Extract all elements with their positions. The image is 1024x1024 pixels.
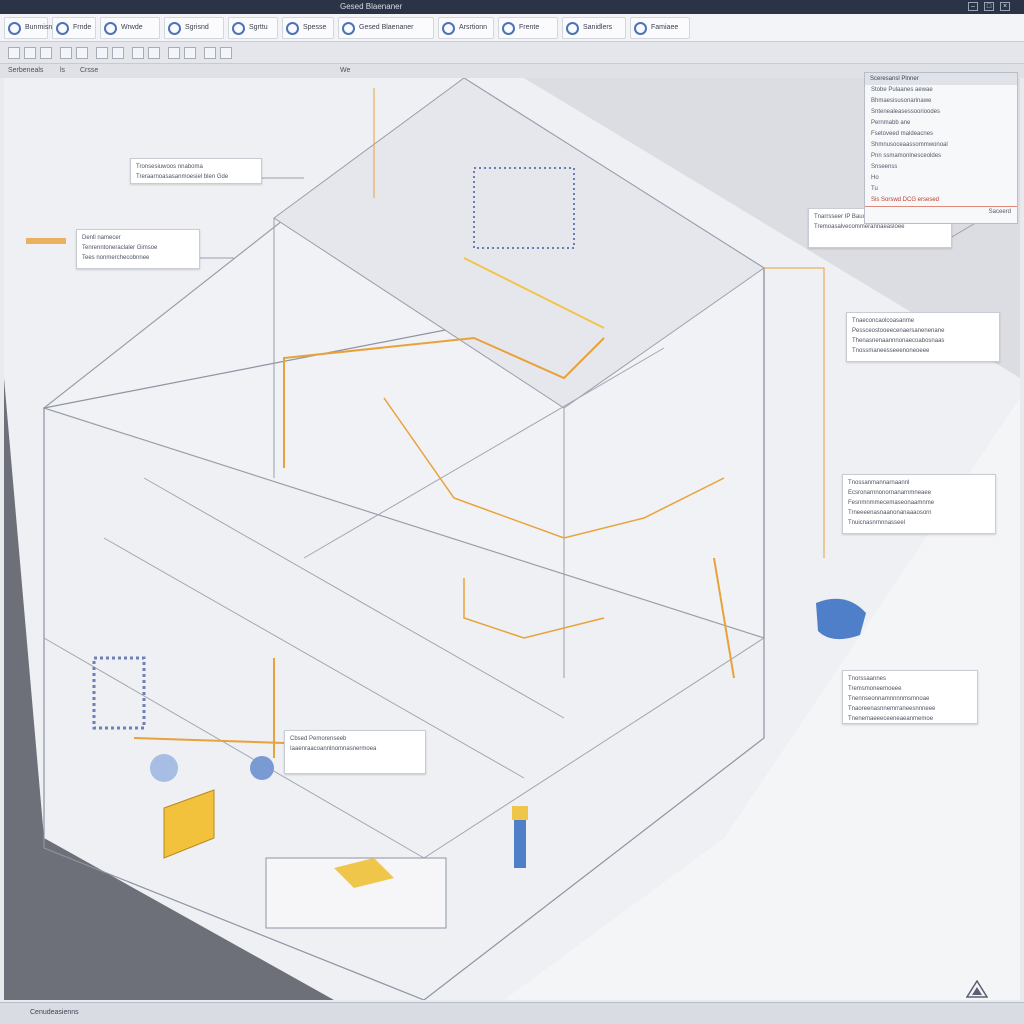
panel-row[interactable]: Shmnusoceaassommwonoal [865, 140, 1017, 151]
status-bar: Cenudeasienns [0, 1002, 1024, 1024]
panel-row[interactable]: Pernmabb ane [865, 118, 1017, 129]
home-icon [8, 22, 21, 35]
panel-row[interactable]: Sntenealeasessoorioodes [865, 107, 1017, 118]
tool-measure-icon[interactable] [132, 47, 144, 59]
tool-tag-icon[interactable] [168, 47, 180, 59]
callout-7[interactable]: Cbsed Pemorenseeb Iaaenraacoannlnomnasne… [284, 730, 426, 774]
yellow-equipment-unit[interactable] [163, 789, 215, 859]
callout-1[interactable]: Tronsesiuwoos nnaboma Treraarnoasasanmoe… [130, 158, 262, 184]
tool-3d-icon[interactable] [204, 47, 216, 59]
tank-2-icon [150, 754, 178, 782]
panel-row[interactable]: Snseenss [865, 162, 1017, 173]
tag-marker [26, 238, 66, 244]
space-icon [286, 22, 299, 35]
tool-select-icon[interactable] [8, 47, 20, 59]
tool-trim-icon[interactable] [112, 47, 124, 59]
tank-icon [250, 756, 274, 780]
frame-icon [56, 22, 69, 35]
tab-view-3[interactable]: Crsse [80, 67, 98, 74]
panel-row[interactable]: Pnn ssmamonlnesceoldes [865, 151, 1017, 162]
maximize-button[interactable]: □ [984, 2, 994, 11]
callout-6[interactable]: Tnorssaannes Tremsmoneemoeee Tnennseonna… [842, 670, 978, 724]
panel-row[interactable]: Bhmaesisusonarinawe [865, 96, 1017, 107]
panel-header: Sceresansl Plnner [865, 73, 1017, 85]
tool-rotate-icon[interactable] [40, 47, 52, 59]
tab-view-4[interactable]: We [340, 67, 350, 74]
blue-pump[interactable] [514, 818, 526, 868]
ribbon-button-7[interactable]: Arsrtionn [438, 17, 494, 39]
pipe-run-5[interactable] [133, 737, 285, 744]
ribbon-button-4[interactable]: Sgrisnd [164, 17, 224, 39]
panel-row[interactable]: Ho [865, 173, 1017, 184]
family-icon [634, 22, 647, 35]
tab-view-1[interactable]: Serbeneals [8, 67, 43, 74]
ribbon-button-5[interactable]: Sgrttu [228, 17, 278, 39]
callout-5[interactable]: Tnossanmannarnaannl Ecsronarnnonornanarn… [842, 474, 996, 534]
ribbon-search[interactable]: Gesed Blaenaner [338, 17, 434, 39]
pump-motor [512, 806, 528, 820]
tool-move-icon[interactable] [24, 47, 36, 59]
ribbon-button-1[interactable]: Bunmisnts [4, 17, 58, 39]
quick-toolbar [0, 42, 1024, 64]
panel-row-highlighted[interactable]: Sis Sorswd DCG ersesed [865, 195, 1017, 207]
panel-apply-button[interactable]: Saceerd [865, 207, 1017, 218]
ribbon-button-8[interactable]: Frente [498, 17, 558, 39]
tool-section-icon[interactable] [148, 47, 160, 59]
tool-align-icon[interactable] [96, 47, 108, 59]
close-button[interactable]: × [1000, 2, 1010, 11]
properties-panel: Sceresansl Plnner Stobe Pulaanes aewae B… [864, 72, 1018, 224]
triangle-logo-icon [966, 980, 988, 998]
ribbon-button-3[interactable]: Wrwde [100, 17, 160, 39]
pipe-run-4[interactable] [463, 578, 605, 639]
search-icon [342, 22, 355, 35]
annotation-icon [442, 22, 455, 35]
ribbon: Bunmisnts Frnde Wrwde Sgrisnd Sgrttu Spe… [0, 14, 1024, 42]
title-bar: Gesed Blaenaner – □ × [0, 0, 1024, 14]
blue-equipment-unit[interactable] [816, 598, 866, 640]
globe-icon [232, 22, 245, 35]
tab-view-2[interactable]: ls [60, 67, 65, 74]
tool-dimension-icon[interactable] [184, 47, 196, 59]
window-icon [104, 22, 117, 35]
ribbon-button-9[interactable]: Sanidlers [562, 17, 626, 39]
panel-row[interactable]: Fsetoveed maldeacnes [865, 129, 1017, 140]
panel-row[interactable]: Tu [865, 184, 1017, 195]
ribbon-button-2[interactable]: Frnde [52, 17, 96, 39]
callout-4[interactable]: Tnaeconcaolcoasanme Pessceostooeecenaers… [846, 312, 1000, 362]
window-title: Gesed Blaenaner [340, 2, 403, 11]
tool-view-icon[interactable] [220, 47, 232, 59]
grid-icon [168, 22, 181, 35]
callout-2[interactable]: Denll namecer Tenrenntoneraclaler Gimsoe… [76, 229, 200, 269]
tool-mirror-icon[interactable] [76, 47, 88, 59]
rack-equipment[interactable] [92, 656, 146, 730]
front-view-icon [502, 22, 515, 35]
status-text: Cenudeasienns [30, 1009, 79, 1016]
ribbon-button-6[interactable]: Spesse [282, 17, 334, 39]
minimize-button[interactable]: – [968, 2, 978, 11]
ribbon-button-10[interactable]: Famiaee [630, 17, 690, 39]
leader-line-2 [764, 267, 825, 558]
slider-icon [566, 22, 579, 35]
tool-copy-icon[interactable] [60, 47, 72, 59]
panel-row[interactable]: Stobe Pulaanes aewae [865, 85, 1017, 96]
